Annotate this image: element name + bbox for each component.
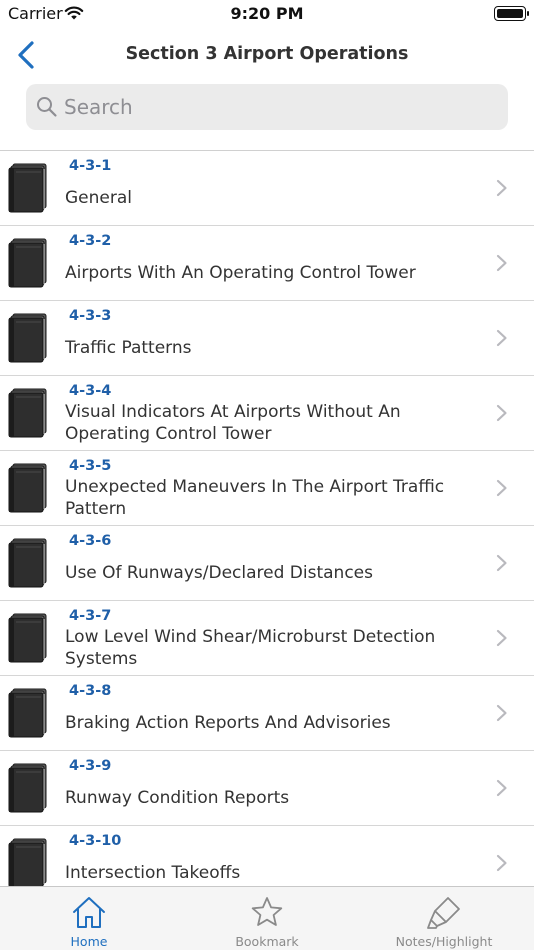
section-title: Visual Indicators At Airports Without An… [65, 402, 401, 444]
chevron-right-icon [496, 779, 508, 801]
chevron-right-icon [496, 554, 508, 576]
star-icon [250, 895, 284, 933]
list-item[interactable]: 4-3-4 Visual Indicators At Airports With… [0, 376, 534, 451]
book-icon [8, 163, 48, 217]
list-item[interactable]: 4-3-6 Use Of Runways/Declared Distances [0, 526, 534, 601]
search-bar[interactable] [26, 84, 508, 130]
section-title: Low Level Wind Shear/Microburst Detectio… [65, 627, 436, 669]
tab-notes-highlight[interactable]: Notes/Highlight [384, 887, 504, 950]
section-title: Traffic Patterns [65, 338, 192, 358]
list-item[interactable]: 4-3-7 Low Level Wind Shear/Microburst De… [0, 601, 534, 676]
section-title: Intersection Takeoffs [65, 863, 241, 883]
section-title: Airports With An Operating Control Tower [65, 263, 416, 283]
section-number: 4-3-1 [69, 158, 112, 174]
tab-home[interactable]: Home [44, 887, 134, 950]
section-title: Runway Condition Reports [65, 788, 290, 808]
chevron-right-icon [496, 329, 508, 351]
list-item[interactable]: 4-3-2 Airports With An Operating Control… [0, 226, 534, 301]
book-icon [8, 688, 48, 742]
tab-bookmark[interactable]: Bookmark [222, 887, 312, 950]
section-list: 4-3-1 General 4-3-2 Airports With An Ope… [0, 150, 534, 886]
book-icon [8, 463, 48, 517]
list-item[interactable]: 4-3-9 Runway Condition Reports [0, 751, 534, 826]
home-icon [71, 895, 107, 933]
section-number: 4-3-2 [69, 233, 112, 249]
book-icon [8, 613, 48, 667]
navigation-bar: Section 3 Airport Operations [0, 30, 534, 80]
chevron-right-icon [496, 254, 508, 276]
book-icon [8, 388, 48, 442]
section-number: 4-3-4 [69, 383, 112, 399]
tab-bookmark-label: Bookmark [235, 934, 299, 949]
section-title: Use Of Runways/Declared Distances [65, 563, 373, 583]
chevron-right-icon [496, 404, 508, 426]
tab-home-label: Home [70, 934, 108, 949]
chevron-right-icon [496, 704, 508, 726]
tab-notes-highlight-label: Notes/Highlight [395, 934, 493, 949]
list-item[interactable]: 4-3-8 Braking Action Reports And Advisor… [0, 676, 534, 751]
section-title: General [65, 188, 132, 208]
chevron-right-icon [496, 854, 508, 876]
section-number: 4-3-6 [69, 533, 112, 549]
search-icon [36, 96, 58, 122]
section-title: Braking Action Reports And Advisories [65, 713, 391, 733]
chevron-right-icon [496, 479, 508, 501]
section-number: 4-3-7 [69, 608, 112, 624]
section-number: 4-3-8 [69, 683, 112, 699]
page-title: Section 3 Airport Operations [125, 44, 409, 64]
list-item[interactable]: 4-3-1 General [0, 151, 534, 226]
section-number: 4-3-10 [69, 833, 122, 849]
search-input[interactable] [64, 90, 494, 124]
section-number: 4-3-3 [69, 308, 112, 324]
chevron-right-icon [496, 179, 508, 201]
book-icon [8, 538, 48, 592]
tab-bar: Home Bookmark Notes/Highlight [0, 886, 534, 950]
book-icon [8, 838, 48, 886]
list-item[interactable]: 4-3-10 Intersection Takeoffs [0, 826, 534, 886]
clock: 9:20 PM [230, 4, 304, 23]
status-bar: Carrier 9:20 PM [0, 0, 534, 30]
section-number: 4-3-5 [69, 458, 112, 474]
book-icon [8, 763, 48, 817]
highlighter-icon [426, 895, 462, 935]
section-title: Unexpected Maneuvers In The Airport Traf… [65, 477, 445, 519]
battery-icon [494, 6, 529, 21]
list-item[interactable]: 4-3-5 Unexpected Maneuvers In The Airpor… [0, 451, 534, 526]
book-icon [8, 238, 48, 292]
section-number: 4-3-9 [69, 758, 112, 774]
list-item[interactable]: 4-3-3 Traffic Patterns [0, 301, 534, 376]
chevron-right-icon [496, 629, 508, 651]
book-icon [8, 313, 48, 367]
